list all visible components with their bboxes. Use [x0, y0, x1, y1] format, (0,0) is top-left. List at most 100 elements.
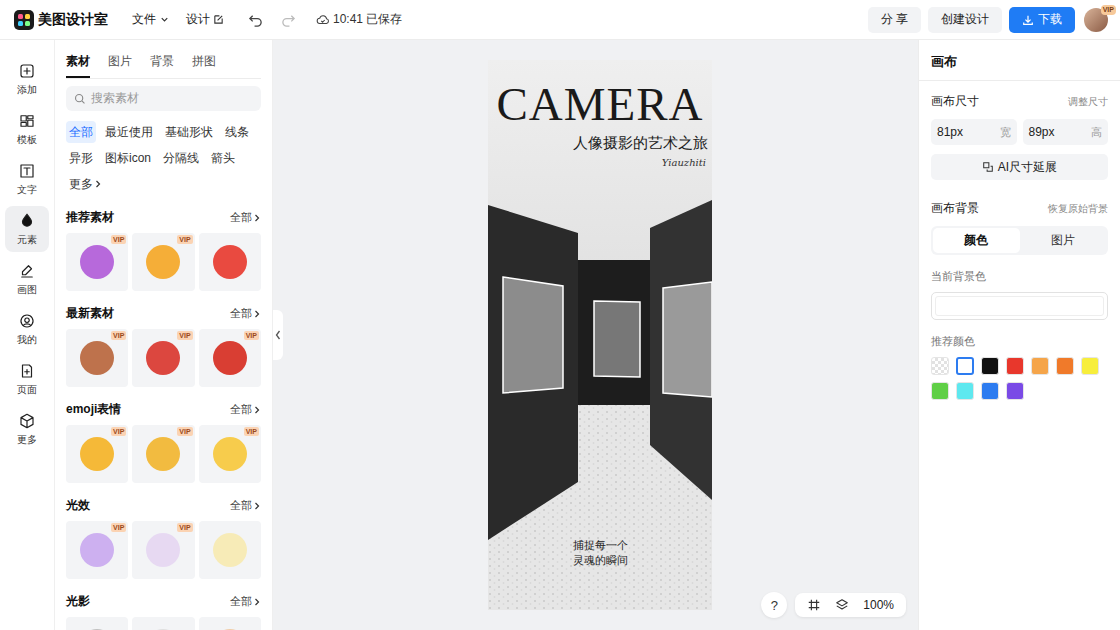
asset-tile[interactable]: VIP — [132, 521, 194, 579]
panel-tab[interactable]: 图片 — [108, 53, 132, 78]
category-chip[interactable]: 箭头 — [208, 147, 238, 169]
category-chip[interactable]: 更多 — [66, 173, 105, 195]
color-swatch[interactable] — [981, 357, 999, 375]
poster-caption[interactable]: 捕捉每一个灵魂的瞬间 — [488, 538, 712, 568]
redo-icon[interactable] — [281, 12, 296, 27]
asset-tile[interactable] — [132, 617, 194, 630]
size-header: 画布尺寸调整尺寸 — [931, 93, 1108, 110]
rail-item[interactable]: 模板 — [5, 106, 49, 152]
poster-canvas[interactable]: CAMERA 人像摄影的艺术之旅 Yiauzhiti 捕捉每一个灵魂的瞬间 — [488, 60, 712, 610]
asset-thumbnail — [146, 245, 180, 279]
asset-tile[interactable] — [199, 617, 261, 630]
asset-tile[interactable]: VIP — [66, 329, 128, 387]
rail-item[interactable]: 文字 — [5, 156, 49, 202]
asset-tile[interactable]: VIP — [66, 521, 128, 579]
color-swatch[interactable] — [956, 357, 974, 375]
asset-tile[interactable]: VIP — [199, 425, 261, 483]
color-swatch[interactable] — [956, 382, 974, 400]
asset-section: 光影全部 — [66, 593, 261, 630]
menu-item[interactable]: 设计 — [186, 9, 224, 30]
asset-tile[interactable] — [199, 233, 261, 291]
poster-subtitle[interactable]: 人像摄影的艺术之旅 — [488, 134, 712, 153]
panel-tabs: 素材图片背景拼图 — [66, 40, 261, 79]
draw-icon — [18, 262, 36, 280]
width-field[interactable]: 81px宽 — [931, 119, 1017, 145]
color-swatch[interactable] — [931, 357, 949, 375]
see-all-link[interactable]: 全部 — [230, 498, 261, 513]
mode-option[interactable]: 图片 — [1020, 228, 1107, 253]
asset-thumbnail — [213, 437, 247, 471]
rail-item[interactable]: 画图 — [5, 256, 49, 302]
panel-tab[interactable]: 拼图 — [192, 53, 216, 78]
category-chip[interactable]: 基础形状 — [162, 121, 216, 143]
see-all-link[interactable]: 全部 — [230, 306, 261, 321]
section-header: 推荐素材全部 — [66, 209, 261, 226]
mode-option[interactable]: 颜色 — [933, 228, 1020, 253]
help-button[interactable]: ? — [761, 592, 787, 618]
menu-item[interactable]: 文件 — [132, 9, 170, 30]
category-chip[interactable]: 线条 — [222, 121, 252, 143]
chevron-right-icon — [253, 597, 261, 607]
color-swatch[interactable] — [981, 382, 999, 400]
category-chip[interactable]: 全部 — [66, 121, 96, 143]
resize-link[interactable]: 调整尺寸 — [1068, 95, 1108, 109]
category-chip[interactable]: 最近使用 — [102, 121, 156, 143]
chevron-right-icon — [253, 405, 261, 415]
grid-icon[interactable] — [807, 598, 821, 612]
ai-resize-button[interactable]: AI尺寸延展 — [931, 154, 1108, 180]
restore-background-link[interactable]: 恢复原始背景 — [1048, 202, 1108, 216]
poster-signature[interactable]: Yiauzhiti — [488, 157, 712, 168]
category-chip[interactable]: 分隔线 — [160, 147, 202, 169]
canvas-controls: ? 100% — [761, 592, 906, 618]
vip-badge: VIP — [111, 523, 126, 532]
collapse-handle[interactable] — [273, 310, 283, 360]
undo-icon[interactable] — [248, 12, 263, 27]
see-all-link[interactable]: 全部 — [230, 594, 261, 609]
color-swatch[interactable] — [1056, 357, 1074, 375]
user-avatar[interactable]: VIP — [1084, 8, 1108, 32]
menu-bar: 文件设计 — [132, 9, 224, 30]
asset-thumbnail — [213, 245, 247, 279]
app-name: 美图设计室 — [38, 11, 108, 29]
asset-tile[interactable]: VIP — [132, 329, 194, 387]
rail-item[interactable]: 我的 — [5, 306, 49, 352]
brand[interactable]: 美图设计室 — [14, 10, 108, 30]
color-swatches — [931, 357, 1108, 400]
zoom-level[interactable]: 100% — [863, 598, 894, 612]
height-field[interactable]: 89px高 — [1023, 119, 1109, 145]
current-color-field[interactable] — [931, 292, 1108, 320]
panel-tab[interactable]: 背景 — [150, 53, 174, 78]
layers-icon[interactable] — [835, 598, 849, 612]
poster-title[interactable]: CAMERA — [488, 78, 712, 130]
color-swatch[interactable] — [1031, 357, 1049, 375]
asset-tile[interactable]: VIP — [66, 233, 128, 291]
download-button[interactable]: 下载 — [1009, 7, 1075, 33]
chevron-down-icon — [159, 14, 170, 25]
create-design-button[interactable]: 创建设计 — [928, 7, 1002, 33]
asset-tile[interactable]: VIP — [66, 425, 128, 483]
color-swatch[interactable] — [1081, 357, 1099, 375]
add-icon — [18, 62, 36, 80]
asset-thumbnail — [80, 341, 114, 375]
rail-item[interactable]: 添加 — [5, 56, 49, 102]
asset-tile[interactable]: VIP — [132, 425, 194, 483]
template-icon — [18, 112, 36, 130]
rail-item[interactable]: 更多 — [5, 406, 49, 452]
color-swatch[interactable] — [1006, 357, 1024, 375]
panel-tab[interactable]: 素材 — [66, 53, 90, 78]
rail-item[interactable]: 页面 — [5, 356, 49, 402]
color-swatch[interactable] — [931, 382, 949, 400]
color-swatch[interactable] — [1006, 382, 1024, 400]
rail-item[interactable]: 元素 — [5, 206, 49, 252]
asset-tile[interactable] — [66, 617, 128, 630]
see-all-link[interactable]: 全部 — [230, 210, 261, 225]
see-all-link[interactable]: 全部 — [230, 402, 261, 417]
category-chip[interactable]: 异形 — [66, 147, 96, 169]
asset-tile[interactable]: VIP — [199, 329, 261, 387]
share-button[interactable]: 分 享 — [868, 7, 921, 33]
category-chip[interactable]: 图标icon — [102, 147, 154, 169]
asset-thumbnail — [146, 533, 180, 567]
search-field[interactable]: 搜索素材 — [66, 86, 261, 111]
asset-tile[interactable]: VIP — [132, 233, 194, 291]
asset-tile[interactable] — [199, 521, 261, 579]
